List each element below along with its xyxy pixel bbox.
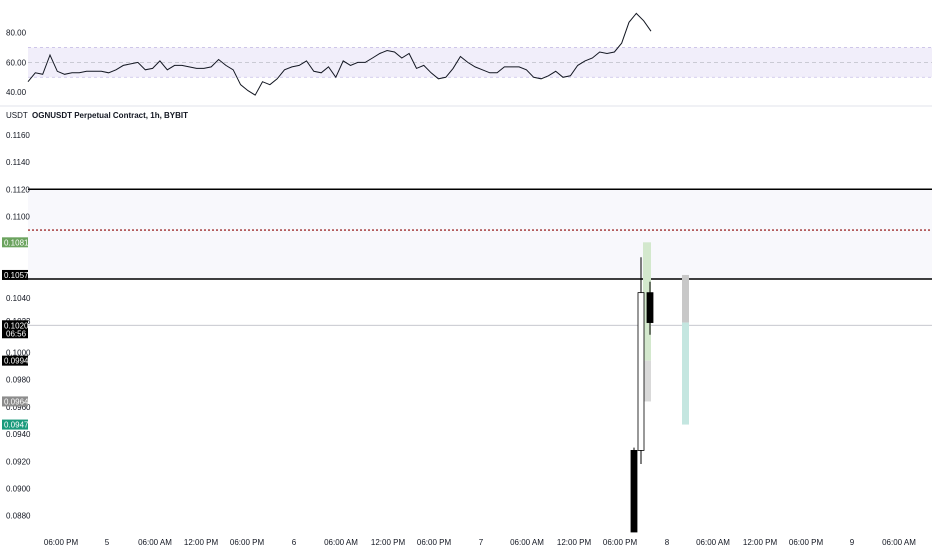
- price-tick-label: 0.0980: [6, 376, 31, 385]
- price-badge-countdown: 06:56: [6, 329, 27, 338]
- x-tick-label: 06:00 PM: [417, 538, 452, 547]
- x-tick-label: 06:00 AM: [510, 538, 544, 547]
- x-tick-label: 06:00 PM: [230, 538, 265, 547]
- chart-title: OGNUSDT Perpetual Contract, 1h, BYBIT: [32, 111, 188, 120]
- position-box: [682, 274, 689, 323]
- price-tick-label: 0.0920: [6, 457, 31, 466]
- candle-body: [637, 292, 645, 451]
- x-tick-label: 9: [850, 538, 855, 547]
- price-tick-label: 0.1040: [6, 294, 31, 303]
- price-panel: 0.11600.11400.11200.11000.10400.10230.10…: [6, 131, 932, 533]
- price-zone: [28, 189, 932, 280]
- x-tick-label: 12:00 PM: [184, 538, 219, 547]
- position-box: [682, 322, 689, 425]
- oscillator-tick-label: 80.00: [6, 29, 27, 38]
- oscillator-tick-label: 60.00: [6, 58, 27, 67]
- candle-body: [646, 292, 654, 323]
- x-tick-label: 12:00 PM: [371, 538, 406, 547]
- price-tick-label: 0.0940: [6, 430, 31, 439]
- x-tick-label: 06:00 AM: [138, 538, 172, 547]
- x-tick-label: 06:00 AM: [324, 538, 358, 547]
- price-badge-label: 0.1081: [4, 238, 29, 247]
- price-badge-label: 0.0994: [4, 357, 29, 366]
- unit-label: USDT: [6, 111, 28, 120]
- price-chart: 80.00 60.00 40.00 0.1160 0.1140 0.1120 0.1100…: [0, 12, 932, 547]
- price-tick-label: 0.0880: [6, 512, 31, 521]
- x-tick-label: 06:00 AM: [882, 538, 916, 547]
- price-tick-label: 0.1120: [6, 185, 30, 194]
- price-badge-label: 0.0947: [4, 421, 29, 430]
- x-tick-label: 5: [105, 538, 110, 547]
- x-tick-label: 8: [665, 538, 670, 547]
- price-tick-label: 0.0900: [6, 484, 31, 493]
- price-tick-label: 0.1140: [6, 158, 30, 167]
- price-tick-label: 0.1100: [6, 212, 30, 221]
- price-tick-label: 0.1160: [6, 131, 30, 140]
- oscillator-panel: 80.00 60.00 40.00: [0, 12, 932, 107]
- x-tick-label: 6: [292, 538, 297, 547]
- price-badge-label: 0.1057: [4, 271, 29, 280]
- x-tick-label: 12:00 PM: [743, 538, 778, 547]
- candle-body: [630, 449, 638, 533]
- x-tick-label: 06:00 PM: [789, 538, 824, 547]
- price-badges: 0.10810.10570.102006:560.09940.09640.094…: [2, 237, 29, 430]
- x-tick-label: 06:00 PM: [44, 538, 79, 547]
- x-tick-label: 12:00 PM: [557, 538, 592, 547]
- x-axis: 06:00 PM 5 06:00 AM 12:00 PM 06:00 PM 6 06:00 …: [44, 538, 916, 547]
- oscillator-tick-label: 40.00: [6, 88, 27, 97]
- x-tick-label: 7: [479, 538, 484, 547]
- x-tick-label: 06:00 PM: [603, 538, 638, 547]
- price-badge-label: 0.0964: [4, 397, 29, 406]
- x-tick-label: 06:00 AM: [696, 538, 730, 547]
